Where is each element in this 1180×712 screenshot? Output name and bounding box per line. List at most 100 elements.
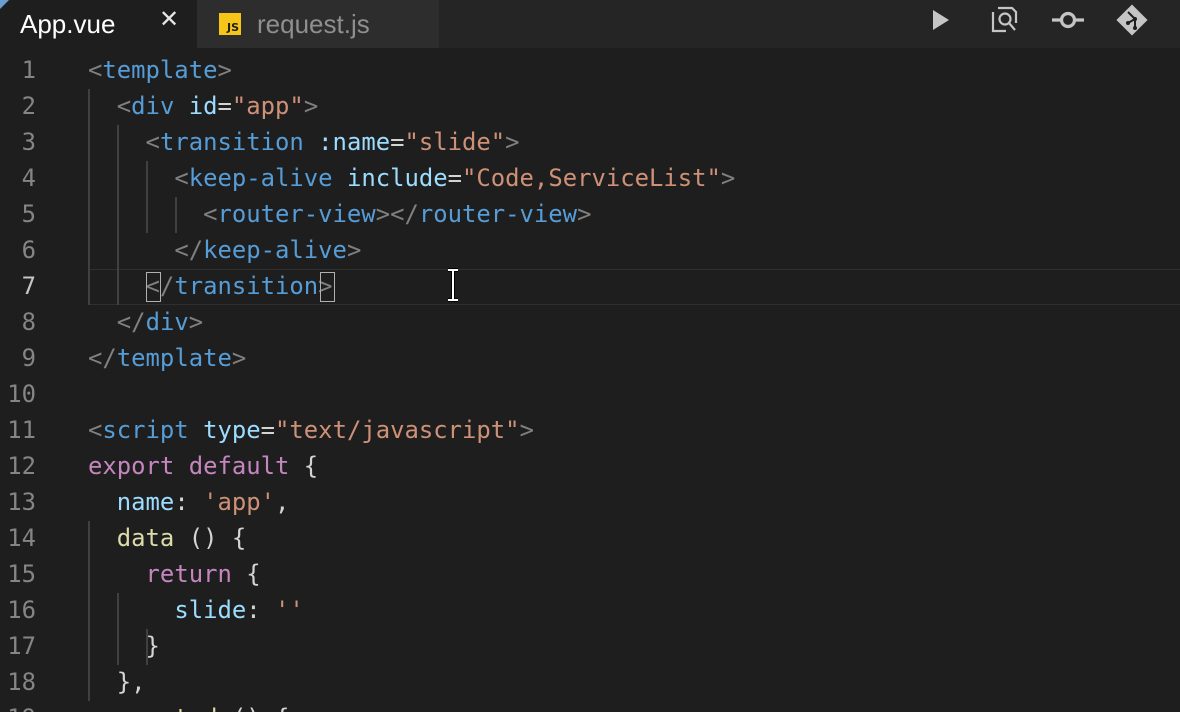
code-text: name: 'app',: [88, 484, 290, 520]
code-token: <: [116, 92, 132, 120]
code-token: :name: [318, 128, 391, 156]
code-line[interactable]: 9 </template>: [0, 340, 1180, 376]
code-token: >: [519, 416, 534, 444]
code-token: </: [174, 236, 204, 264]
code-token: keep-alive: [203, 236, 347, 264]
code-line[interactable]: 8 </div>: [0, 304, 1180, 340]
line-number: 11: [7, 416, 36, 444]
tab-request-js[interactable]: JS request.js: [197, 0, 439, 48]
code-text: <transition :name="slide">: [88, 124, 520, 160]
code-token: >: [303, 92, 319, 120]
line-number: 2: [21, 92, 36, 120]
code-token: transition: [174, 272, 319, 300]
code-token: id: [188, 92, 218, 120]
tab-label: App.vue: [20, 8, 116, 39]
code-token: :: [246, 596, 276, 624]
code-token: =: [260, 416, 276, 444]
code-text: slide: '': [88, 592, 304, 628]
code-token: slide: [174, 596, 247, 624]
code-line[interactable]: 10: [0, 376, 1180, 412]
code-token: {: [289, 452, 319, 480]
code-line[interactable]: 14 data () {: [0, 520, 1180, 556]
code-token: router-view: [418, 200, 578, 228]
code-line[interactable]: 13 name: 'app',: [0, 484, 1180, 520]
code-token: 'app': [203, 488, 276, 516]
run-icon[interactable]: [922, 2, 958, 38]
code-line[interactable]: 11 <script type="text/javascript">: [0, 412, 1180, 448]
code-line[interactable]: 2 <div id="app">: [0, 88, 1180, 124]
code-token: div: [131, 92, 175, 120]
open-changes-icon[interactable]: [986, 2, 1022, 38]
line-number: 18: [7, 668, 36, 696]
code-token: :: [174, 488, 204, 516]
line-number: 8: [21, 308, 36, 336]
line-number: 12: [7, 452, 36, 480]
line-number: 9: [21, 344, 36, 372]
code-text: </keep-alive>: [88, 232, 361, 268]
code-token: =: [390, 128, 405, 156]
code-line[interactable]: 19 created () {: [0, 700, 1180, 712]
code-token: transition: [159, 128, 304, 156]
code-token: <: [88, 416, 103, 444]
code-token: div: [145, 308, 189, 336]
tab-app-vue[interactable]: App.vue ✕: [0, 0, 197, 48]
line-number: 10: [7, 380, 36, 408]
code-line[interactable]: 5 <router-view></router-view>: [0, 196, 1180, 232]
git-icon[interactable]: [1114, 2, 1150, 38]
line-number: 4: [21, 164, 36, 192]
code-line[interactable]: 6 </keep-alive>: [0, 232, 1180, 268]
git-compare-icon[interactable]: [1050, 2, 1086, 38]
code-text: <template>: [88, 52, 232, 88]
code-line[interactable]: 4 <keep-alive include="Code,ServiceList"…: [0, 160, 1180, 196]
code-line[interactable]: 16 slide: '': [0, 592, 1180, 628]
code-token: created: [117, 704, 218, 712]
line-number: 13: [7, 488, 36, 516]
code-line[interactable]: 1 <template>: [0, 52, 1180, 88]
code-token: </: [116, 308, 146, 336]
code-line[interactable]: 15 return {: [0, 556, 1180, 592]
code-line[interactable]: 3 <transition :name="slide">: [0, 124, 1180, 160]
close-icon[interactable]: ✕: [158, 5, 180, 35]
code-token: >: [505, 128, 520, 156]
code-token: =: [447, 164, 463, 192]
code-line[interactable]: 12 export default {: [0, 448, 1180, 484]
line-number: 14: [7, 524, 36, 552]
line-number: 15: [7, 560, 36, 588]
code-token: () {: [174, 524, 247, 552]
code-text: data () {: [88, 520, 246, 556]
editor-tab-bar: App.vue ✕ JS request.js: [0, 0, 1180, 48]
code-line[interactable]: 18 },: [0, 664, 1180, 700]
code-token: >: [577, 200, 592, 228]
code-token: >: [188, 308, 204, 336]
line-number: 19: [0, 700, 36, 712]
code-line[interactable]: 7 </transition>: [0, 268, 1180, 304]
code-line[interactable]: 17 }: [0, 628, 1180, 664]
code-token: }: [88, 632, 160, 660]
line-number: 17: [7, 632, 36, 660]
line-number: 3: [21, 128, 36, 156]
code-text: export default {: [88, 448, 318, 484]
code-editor[interactable]: 1 <template> 2 <div id="app"> 3 <transition…: [0, 48, 1180, 712]
code-token: =: [217, 92, 232, 120]
code-token: return: [145, 560, 232, 588]
code-text: created () {: [88, 700, 290, 712]
line-number: 16: [7, 596, 36, 624]
code-token: >: [231, 344, 247, 372]
code-token: export: [88, 452, 175, 480]
code-token: () {: [217, 704, 290, 712]
line-number: 5: [21, 200, 36, 228]
code-token: <: [145, 128, 160, 156]
code-token: default: [188, 452, 290, 480]
code-token: '': [275, 596, 304, 624]
line-number: 7: [21, 272, 36, 300]
